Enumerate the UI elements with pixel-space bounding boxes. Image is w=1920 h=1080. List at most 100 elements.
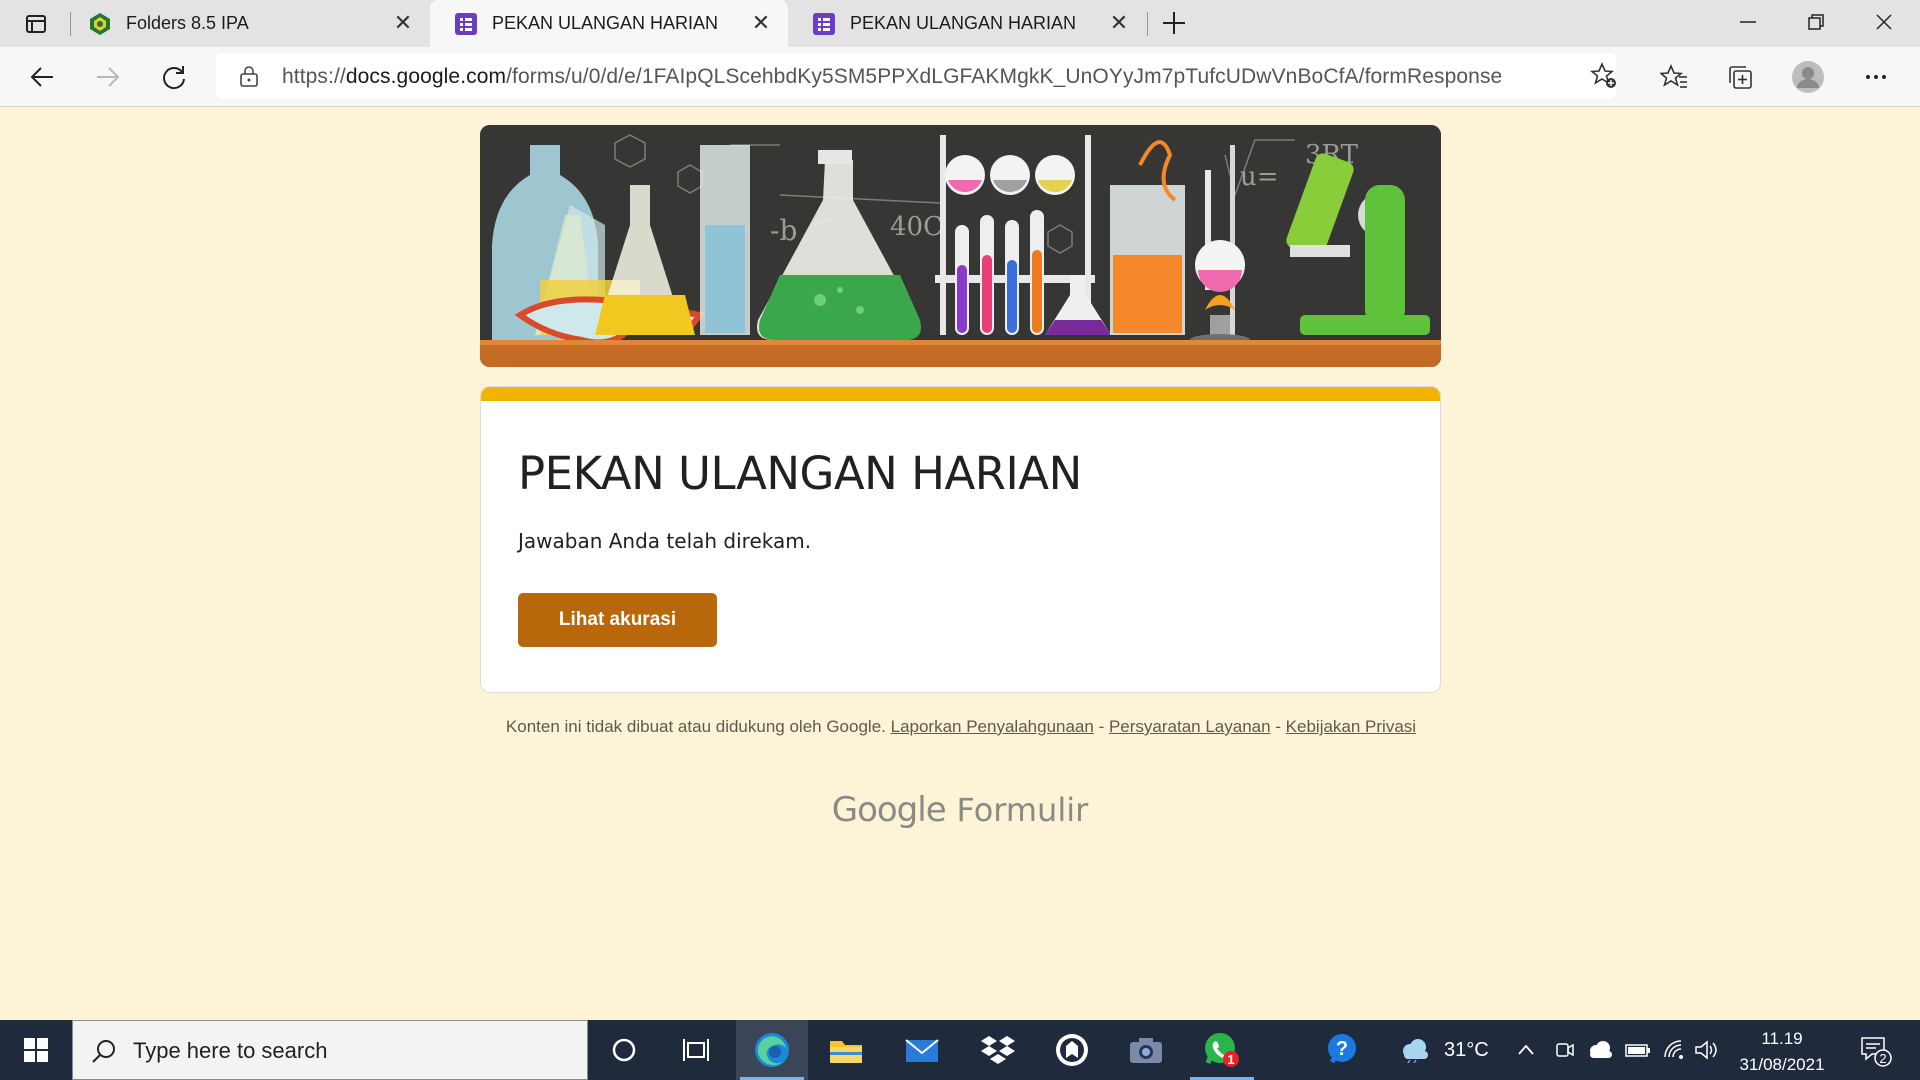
link-separator: - [1093, 717, 1109, 736]
tab-form-active[interactable]: PEKAN ULANGAN HARIAN ✕ [430, 0, 788, 47]
restore-button[interactable] [1798, 4, 1834, 40]
battery-icon [1625, 1044, 1650, 1057]
laboratory-illustration: -b 40C u= 3RT M [480, 125, 1441, 367]
forward-button[interactable] [90, 59, 126, 95]
minimize-button[interactable] [1730, 4, 1766, 40]
profile-button[interactable] [1790, 59, 1826, 95]
taskbar-help[interactable]: ? [1306, 1020, 1378, 1080]
taskbar-file-explorer[interactable] [810, 1020, 882, 1080]
restore-icon [1808, 14, 1824, 30]
search-icon [92, 1040, 115, 1063]
tray-network[interactable] [1662, 1020, 1686, 1080]
mail-icon [905, 1039, 939, 1062]
refresh-button[interactable] [156, 59, 192, 95]
show-hidden-icons-button[interactable] [1516, 1020, 1536, 1080]
notifications-icon: 2 [1861, 1037, 1892, 1067]
chalk-formula-1: -b [770, 214, 797, 247]
tray-meet-now[interactable] [1554, 1020, 1576, 1080]
back-button[interactable] [24, 59, 60, 95]
tab-form[interactable]: PEKAN ULANGAN HARIAN ✕ [788, 0, 1146, 47]
tab-title: PEKAN ULANGAN HARIAN [492, 13, 719, 33]
action-center-button[interactable]: 2 [1858, 1020, 1892, 1080]
task-view-button[interactable] [660, 1020, 732, 1080]
tab-strip: Folders 8.5 IPA ✕ PEKAN ULANGAN HARIAN ✕… [0, 0, 1920, 47]
settings-more-button[interactable] [1858, 59, 1894, 95]
start-button[interactable] [0, 1020, 72, 1080]
url-host: docs.google.com [345, 65, 507, 88]
plus-icon [1163, 12, 1185, 34]
tray-battery[interactable] [1624, 1020, 1652, 1080]
clock-date: 31/08/2021 [1739, 1055, 1825, 1074]
browser-toolbar: https://docs.google.com/forms/u/0/d/e/1F… [0, 47, 1920, 107]
taskbar-clock[interactable]: 11.19 31/08/2021 [1716, 1026, 1848, 1078]
help-icon: ? [1328, 1034, 1356, 1064]
tab-title: PEKAN ULANGAN HARIAN [850, 13, 1077, 33]
camera-small-icon [1556, 1043, 1574, 1057]
cortana-icon [612, 1038, 636, 1062]
taskbar-edge[interactable] [736, 1020, 808, 1080]
form-header-image: -b 40C u= 3RT M [480, 125, 1441, 367]
logo-forms-text: Formulir [956, 791, 1089, 829]
footer-disclaimer: Konten ini tidak dibuat atau didukung ol… [505, 716, 1417, 738]
camera-icon [1130, 1038, 1162, 1063]
confirmation-message: Jawaban Anda telah direkam. [518, 529, 812, 553]
close-icon [1876, 14, 1892, 30]
chalk-formula-2: 40C [890, 212, 943, 242]
taskbar-search-box[interactable]: Type here to search [72, 1020, 588, 1080]
close-tab-icon[interactable]: ✕ [750, 12, 772, 34]
weather-widget[interactable]: 31°C [1398, 1020, 1489, 1080]
cloud-weather-icon [1403, 1039, 1428, 1063]
tab-actions-button[interactable] [18, 6, 54, 42]
taskbar-camera[interactable] [1110, 1020, 1182, 1080]
url-text[interactable]: https://docs.google.com/forms/u/0/d/e/1F… [282, 65, 1502, 89]
dropbox-icon [981, 1036, 1015, 1064]
task-view-icon [683, 1039, 709, 1061]
shield-app-icon [1056, 1034, 1088, 1066]
tab-folders[interactable]: Folders 8.5 IPA ✕ [64, 0, 430, 47]
disclaimer-text: Konten ini tidak dibuat atau didukung ol… [505, 717, 886, 736]
cortana-button[interactable] [588, 1020, 660, 1080]
collections-icon [1729, 66, 1752, 89]
form-title: PEKAN ULANGAN HARIAN [518, 447, 1082, 500]
privacy-policy-link[interactable]: Kebijakan Privasi [1286, 717, 1416, 736]
google-forms-logo[interactable]: Google Formulir [0, 790, 1920, 830]
weather-temperature: 31°C [1444, 1038, 1489, 1061]
folder-icon [830, 1041, 862, 1063]
tab-actions-icon [26, 15, 46, 33]
terms-of-service-link[interactable]: Persyaratan Layanan [1109, 717, 1271, 736]
taskbar-mail[interactable] [886, 1020, 958, 1080]
close-tab-icon[interactable]: ✕ [392, 12, 414, 34]
chalk-formula-3: u= [1240, 162, 1279, 192]
lock-icon [240, 66, 258, 87]
report-abuse-link[interactable]: Laporkan Penyalahgunaan [891, 717, 1094, 736]
avatar-icon [1792, 61, 1824, 93]
favorites-button[interactable] [1656, 59, 1692, 95]
add-favorite-button[interactable] [1586, 58, 1622, 94]
taskbar-whatsapp[interactable]: 1 [1186, 1020, 1258, 1080]
favorites-icon [1660, 63, 1687, 88]
taskbar-app-shield[interactable] [1036, 1020, 1108, 1080]
minimize-icon [1740, 21, 1756, 23]
svg-text:?: ? [1336, 1038, 1348, 1060]
close-tab-icon[interactable]: ✕ [1108, 12, 1130, 34]
google-forms-favicon-icon [455, 12, 477, 35]
tray-onedrive[interactable] [1586, 1020, 1614, 1080]
google-forms-favicon-icon [813, 12, 835, 35]
folders-favicon-icon [90, 12, 110, 35]
taskbar-dropbox[interactable] [962, 1020, 1034, 1080]
url-path: /forms/u/0/d/e/1FAIpQLScehbdKy5SM5PPXdLG… [506, 65, 1503, 88]
new-tab-button[interactable] [1156, 5, 1192, 41]
whatsapp-badge: 1 [1227, 1052, 1234, 1067]
close-window-button[interactable] [1866, 4, 1902, 40]
arrow-right-icon [97, 67, 120, 87]
refresh-icon [163, 66, 185, 90]
windows-taskbar: Type here to search 1 ? 31°C 11.19 31/08… [0, 1020, 1920, 1080]
edge-browser-icon [755, 1033, 789, 1067]
address-bar[interactable]: https://docs.google.com/forms/u/0/d/e/1F… [216, 53, 1616, 99]
logo-google-text: Google [831, 790, 947, 830]
more-horizontal-icon [1866, 75, 1886, 79]
view-score-button[interactable]: Lihat akurasi [518, 593, 717, 647]
onedrive-cloud-icon [1590, 1041, 1612, 1058]
notifications-count: 2 [1879, 1051, 1886, 1066]
collections-button[interactable] [1722, 59, 1758, 95]
